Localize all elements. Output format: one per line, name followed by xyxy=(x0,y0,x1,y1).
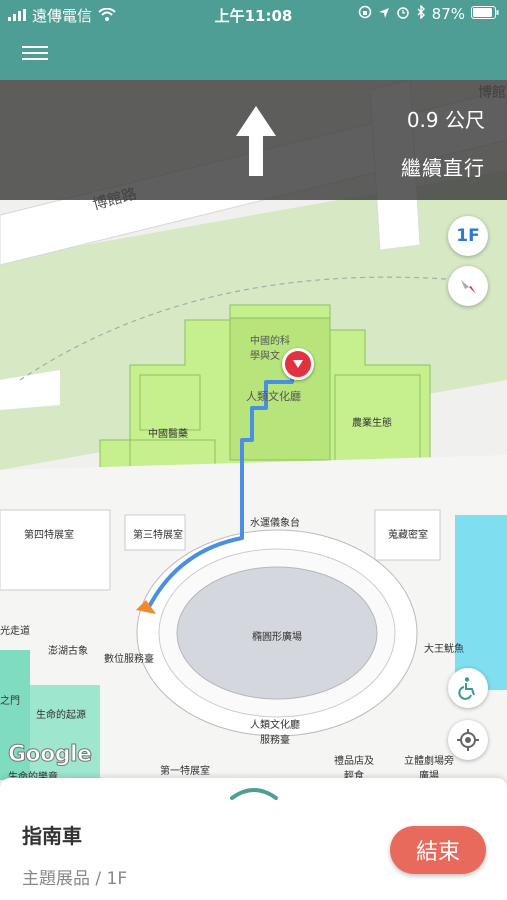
map-label-culture-service: 人類文化廳服務臺 xyxy=(250,720,300,746)
status-bar: 遠傳電信 上午11:08 87% xyxy=(0,0,507,28)
destination-title: 指南車 xyxy=(22,824,82,848)
map-label-squid: 大王魷魚 xyxy=(424,644,464,655)
straight-arrow-icon xyxy=(236,106,276,176)
map-label-light: 光走道 xyxy=(0,626,30,637)
floor-label: 1F xyxy=(456,226,480,246)
bluetooth-icon xyxy=(416,4,426,23)
battery-percent: 87% xyxy=(431,5,465,23)
accessibility-button[interactable] xyxy=(448,668,488,708)
my-location-button[interactable] xyxy=(448,720,488,760)
battery-icon xyxy=(471,5,499,23)
google-logo: Google xyxy=(8,742,93,768)
direction-instruction: 繼續直行 xyxy=(401,156,485,180)
map-label-chinese-medicine: 中國醫藥 xyxy=(148,429,188,440)
map-label-treasure: 蒐藏密室 xyxy=(388,530,428,541)
map-label-digital-service: 數位服務臺 xyxy=(104,654,154,665)
map-label-chinese-science: 中國的科學與文 xyxy=(250,336,290,362)
map-label-gallery3: 第三特展室 xyxy=(133,530,183,541)
chevron-up-icon[interactable] xyxy=(230,784,278,802)
lock-rotation-icon xyxy=(358,5,372,23)
crosshair-icon xyxy=(457,729,479,751)
menu-button[interactable] xyxy=(22,42,48,64)
map-label-theater: 立體劇場旁廣場 xyxy=(404,756,454,780)
bottom-sheet: 指南車 主題展品 / 1F 結束 xyxy=(0,778,507,900)
wheelchair-icon xyxy=(458,677,475,700)
hamburger-icon xyxy=(22,46,48,48)
destination-subtitle: 主題展品 / 1F xyxy=(22,869,128,889)
location-arrow-icon xyxy=(378,5,390,23)
navigation-banner: 0.9 公尺 繼續直行 xyxy=(0,80,507,200)
map-label-human-culture: 人類文化廳 xyxy=(246,390,301,403)
map-label-gate: 之門 xyxy=(0,696,20,707)
map-label-gift-shop: 禮品店及輕食 xyxy=(334,756,374,780)
map-label-gallery4: 第四特展室 xyxy=(24,530,74,541)
end-navigation-button[interactable]: 結束 xyxy=(390,826,486,874)
map-label-agri: 農業生態 xyxy=(352,418,392,429)
map-label-penghu: 澎湖古象 xyxy=(48,646,88,657)
map-label-life-source: 生命的起源 xyxy=(36,710,86,721)
distance-readout: 0.9 公尺 xyxy=(406,108,485,132)
map-label-water-clock: 水運儀象台 xyxy=(250,518,300,529)
app-header xyxy=(0,28,507,80)
floor-selector-button[interactable]: 1F xyxy=(448,216,488,256)
compass-icon xyxy=(461,280,476,294)
map-label-gallery1: 第一特展室 xyxy=(160,766,210,777)
alarm-icon xyxy=(396,5,410,23)
map-label-oval-plaza: 橢圓形廣場 xyxy=(252,632,302,643)
compass-button[interactable] xyxy=(448,266,488,306)
